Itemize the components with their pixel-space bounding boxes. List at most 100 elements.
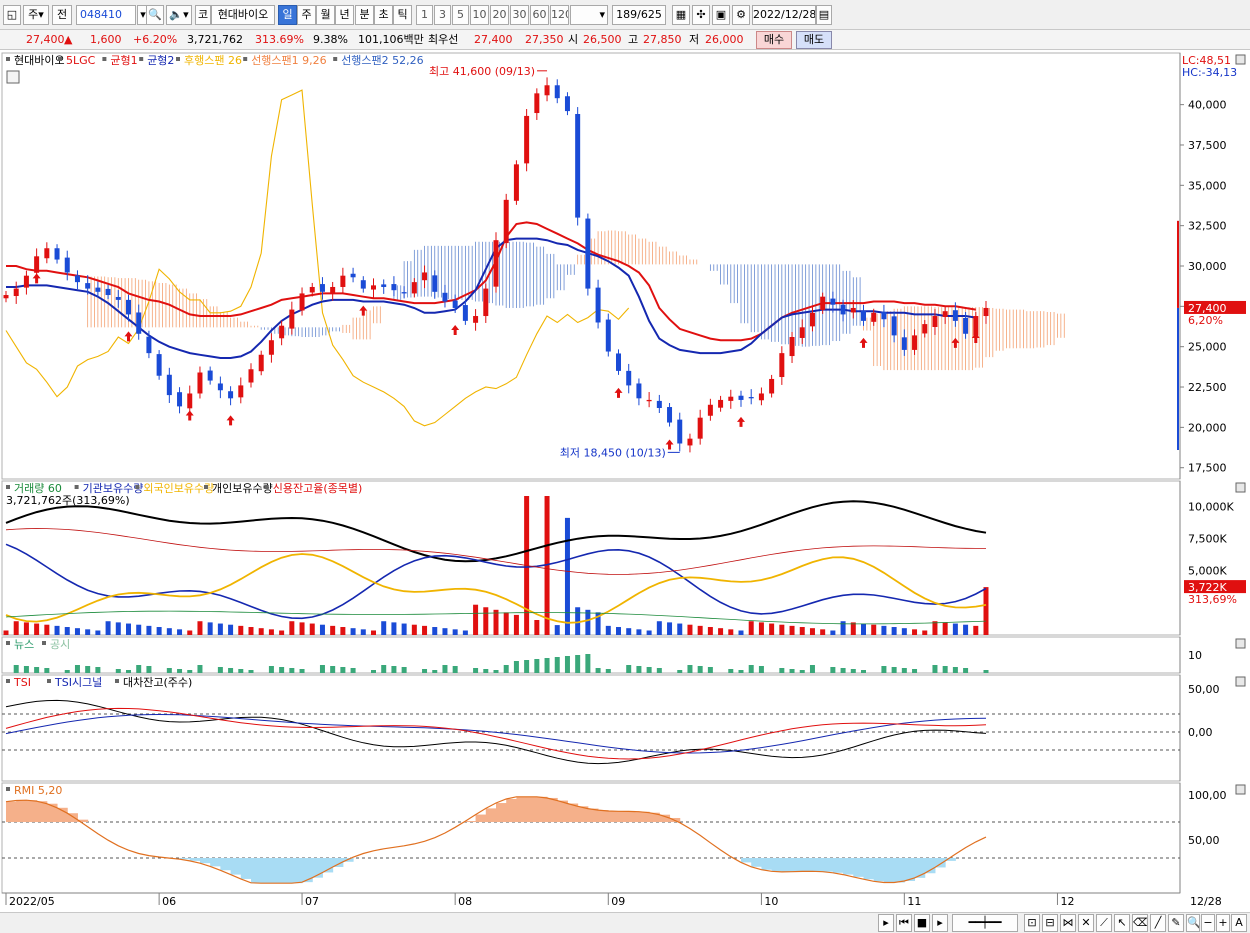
volume-bar (64, 627, 70, 635)
volume-bar (268, 629, 274, 635)
volume-bar (74, 628, 80, 635)
cross-tool-icon[interactable]: ✕ (1078, 914, 1094, 932)
crosshair-icon[interactable]: ✣ (692, 5, 710, 25)
period-month[interactable]: 월 (316, 5, 335, 25)
candle-body (289, 309, 295, 329)
volume-bar (136, 624, 142, 635)
y-tick-label: 40,000 (1188, 99, 1227, 112)
zoom-out-icon[interactable]: − (1201, 914, 1215, 932)
candle-body (411, 282, 417, 294)
speaker-icon[interactable]: 🔈▾ (166, 5, 192, 25)
stock-code-input[interactable]: 048410 (76, 5, 136, 25)
news-bar (677, 670, 683, 673)
volume-bar (901, 628, 907, 635)
interval-20[interactable]: 20 (490, 5, 509, 25)
candle-body (820, 296, 826, 310)
interval-30[interactable]: 30 (510, 5, 529, 25)
legend-dot (6, 641, 10, 645)
period-day[interactable]: 일 (278, 5, 297, 25)
news-bar (330, 666, 336, 673)
high-price: 27,850 (643, 33, 682, 46)
stop-icon[interactable]: ■ (914, 914, 930, 932)
zoom-icon[interactable]: 🔍 (1186, 914, 1200, 932)
legend-dot (47, 679, 51, 683)
zoom-in-icon[interactable]: + (1216, 914, 1230, 932)
volume-bar (258, 628, 264, 635)
box-tool-icon[interactable]: ⊟ (1042, 914, 1058, 932)
interval-5[interactable]: 5 (452, 5, 469, 25)
grid-icon[interactable]: ▦ (672, 5, 690, 25)
volume-bar (575, 607, 581, 635)
rmi-oversold-fill (904, 858, 916, 881)
news-bar (881, 666, 887, 673)
candle-body (350, 273, 356, 278)
news-bar (779, 668, 785, 673)
date-input[interactable]: 2022/12/28 (752, 5, 816, 25)
period-minute[interactable]: 분 (355, 5, 374, 25)
arrow-tool-icon[interactable]: ↖ (1114, 914, 1130, 932)
volume-bar (391, 622, 397, 635)
period-tick[interactable]: 틱 (393, 5, 412, 25)
volume-bar (126, 623, 131, 635)
trend-tool-icon[interactable]: ╱ (1150, 914, 1166, 932)
period-second[interactable]: 초 (374, 5, 393, 25)
play-icon[interactable]: ▸ (932, 914, 948, 932)
vol-pct-tag: 313,69% (1188, 593, 1237, 606)
price-change: 1,600 (90, 33, 122, 46)
news-bar (126, 670, 131, 673)
interval-120[interactable]: 120 (550, 5, 569, 25)
legend-dot (176, 57, 180, 61)
news-bar (473, 668, 479, 673)
code-button[interactable]: 코 (195, 5, 211, 25)
eraser-tool-icon[interactable]: ⌫ (1132, 914, 1148, 932)
news-bar (422, 669, 428, 673)
legend-main-item: 5LGC (66, 54, 96, 67)
volume-bar (605, 625, 611, 635)
buy-button[interactable]: 매수 (756, 31, 792, 49)
scroll-right-icon[interactable]: ▸ (878, 914, 894, 932)
volume-bar (177, 629, 183, 635)
diag-tool-icon[interactable]: ⟋ (1096, 914, 1112, 932)
volume-bar (187, 630, 193, 635)
volume-bar (861, 623, 866, 635)
save-icon[interactable]: ▣ (712, 5, 730, 25)
volume-bar (942, 622, 948, 635)
low-price: 26,000 (705, 33, 744, 46)
count-display[interactable]: 189/625 (612, 5, 666, 25)
sell-button[interactable]: 매도 (796, 31, 832, 49)
search-icon[interactable]: 🔍 (146, 5, 164, 25)
y-tick-label: 30,000 (1188, 260, 1227, 273)
volume-bar (564, 517, 570, 635)
interval-3[interactable]: 3 (434, 5, 451, 25)
gear-icon[interactable]: ⚙ (732, 5, 750, 25)
candle-body (13, 288, 19, 297)
mode-select[interactable]: 주▾ (23, 5, 49, 25)
interval-1[interactable]: 1 (416, 5, 433, 25)
chart-svg[interactable]: 40,00037,50035,00032,50030,00027,50025,0… (0, 51, 1250, 913)
line-tool-icon[interactable]: ⊡ (1024, 914, 1040, 932)
candle-body (309, 286, 315, 293)
window-icon[interactable]: ◱ (3, 5, 21, 25)
chart-area[interactable]: 40,00037,50035,00032,50030,00027,50025,0… (0, 51, 1250, 933)
interval-10[interactable]: 10 (470, 5, 489, 25)
rmi-overbought-fill (57, 807, 68, 822)
candle-body (809, 312, 815, 327)
pen-tool-icon[interactable]: ✎ (1168, 914, 1184, 932)
font-size-icon[interactable]: A (1231, 914, 1247, 932)
rmi-oversold-fill (843, 858, 854, 875)
zoom-slider[interactable]: ━━┿━━ (952, 914, 1018, 932)
interval-60[interactable]: 60 (530, 5, 549, 25)
custom-interval-select[interactable]: ▾ (570, 5, 608, 25)
rmi-overbought-fill (618, 811, 630, 822)
candle-body (85, 283, 91, 289)
candle-body (64, 257, 70, 273)
prev-button[interactable]: 전 (52, 5, 72, 25)
calendar-icon[interactable]: ▤ (816, 5, 832, 25)
period-week[interactable]: 주 (297, 5, 316, 25)
x-tick-label: 11 (907, 895, 921, 908)
period-year[interactable]: 년 (335, 5, 354, 25)
x-tick-label: 06 (162, 895, 176, 908)
fib-tool-icon[interactable]: ⋈ (1060, 914, 1076, 932)
legend-tsi-item: 대차잔고(주수) (123, 676, 192, 689)
rewind-icon[interactable]: ⏮ (896, 914, 912, 932)
